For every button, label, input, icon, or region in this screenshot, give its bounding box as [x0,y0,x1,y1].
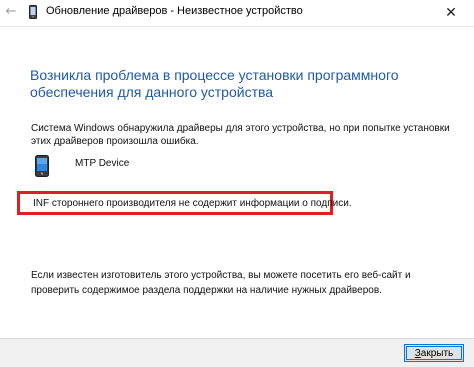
page-heading: Возникла проблема в процессе установки п… [30,67,399,100]
button-bar: Закрыть [0,338,474,367]
title-bar: ← Обновление драйверов - Неизвестное уст… [0,0,474,27]
dialog-content: Возникла проблема в процессе установки п… [0,27,474,338]
device-name: MTP Device [75,158,130,169]
close-button-label: акрыть [420,348,454,359]
help-text: Если известен изготовитель этого устройс… [31,270,411,296]
device-icon [28,4,38,20]
window-title: Обновление драйверов - Неизвестное устро… [46,5,303,17]
mtp-device-icon [35,155,49,177]
error-highlight-box: INF стороннего производителя не содержит… [17,191,352,215]
back-arrow-icon[interactable]: ← [2,3,20,21]
error-description: Система Windows обнаружила драйверы для … [31,123,450,147]
close-button[interactable]: Закрыть [404,344,464,362]
close-window-icon[interactable]: ✕ [428,0,474,26]
error-message: INF стороннего производителя не содержит… [33,198,352,209]
